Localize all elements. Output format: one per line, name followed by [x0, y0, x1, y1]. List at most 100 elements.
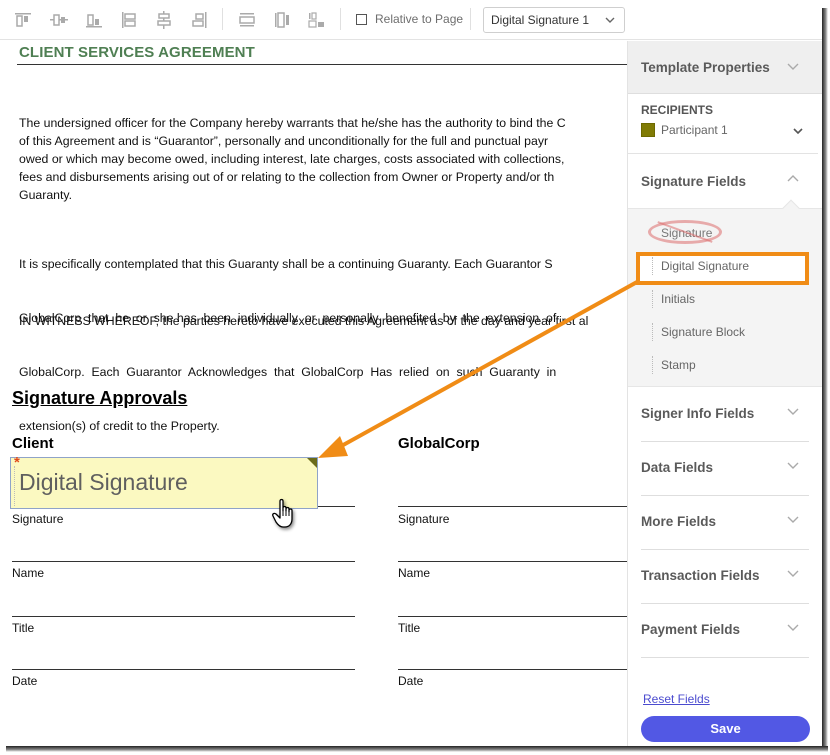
group-more-fields[interactable]: More Fields: [628, 496, 822, 550]
align-bottom-icon[interactable]: [85, 11, 103, 29]
template-properties-header[interactable]: Template Properties: [628, 41, 822, 94]
text-line: The undersigned officer for the Company …: [19, 116, 566, 130]
match-size-icon[interactable]: [307, 11, 325, 29]
chevron-down-icon: [787, 462, 799, 469]
match-width-icon[interactable]: [238, 11, 256, 29]
paragraph-witness: IN WITNESS WHEREOF, the parties hereto h…: [19, 312, 627, 330]
recipient-color-swatch: [641, 123, 655, 137]
align-right-icon[interactable]: [190, 11, 208, 29]
field-item-signature-block[interactable]: Signature Block: [650, 320, 810, 346]
group-data-fields[interactable]: Data Fields: [628, 442, 822, 496]
group-label: Signer Info Fields: [641, 406, 755, 421]
save-button[interactable]: Save: [641, 716, 810, 742]
chevron-down-icon: [787, 516, 799, 523]
field-name-value: Digital Signature 1: [491, 13, 590, 27]
field-item-initials[interactable]: Initials: [650, 287, 810, 313]
party-client-heading: Client: [12, 435, 54, 452]
relative-to-page-checkbox[interactable]: [356, 14, 367, 25]
group-label: Data Fields: [641, 460, 714, 475]
chevron-down-icon[interactable]: [792, 125, 804, 137]
align-middle-icon[interactable]: [50, 11, 68, 29]
drag-handle[interactable]: [14, 466, 15, 506]
document-canvas: CLIENT SERVICES AGREEMENT The undersigne…: [0, 41, 627, 746]
toolbar-divider: [340, 8, 341, 30]
field-name-select[interactable]: Digital Signature 1: [483, 7, 625, 33]
text-line: GlobalCorp. Each Guarantor Acknowledges …: [19, 365, 557, 379]
field-item-label: Signature Block: [661, 325, 746, 339]
group-signer-info-fields[interactable]: Signer Info Fields: [628, 388, 822, 442]
globalcorp-name-label: Name: [398, 566, 431, 580]
group-label: Transaction Fields: [641, 568, 760, 583]
text-line: extension(s) of credit to the Property.: [19, 419, 220, 433]
hand-cursor-icon: [272, 498, 293, 528]
field-palette-sidebar: Template Properties RECIPIENTS Participa…: [627, 41, 822, 746]
recipient-color-corner: [307, 458, 317, 468]
globalcorp-title-label: Title: [398, 621, 421, 635]
app-window: Relative to Page Digital Signature 1 CLI…: [0, 0, 822, 746]
name-line: [398, 561, 627, 562]
toolbar-divider: [470, 8, 471, 30]
toolbar-divider: [222, 8, 223, 30]
divider: [641, 657, 809, 658]
signature-approvals-heading: Signature Approvals: [12, 388, 188, 408]
globalcorp-signature-label: Signature: [398, 512, 450, 526]
chevron-down-icon: [605, 17, 615, 23]
client-title-label: Title: [12, 621, 35, 635]
signature-fields-panel: Signature Digital Signature Initials Sig…: [628, 199, 822, 387]
name-line: [12, 561, 355, 562]
recipients-label: RECIPIENTS: [641, 103, 714, 117]
client-date-label: Date: [12, 674, 38, 688]
field-item-stamp[interactable]: Stamp: [650, 353, 810, 379]
party-globalcorp-heading: GlobalCorp: [398, 435, 480, 452]
chevron-up-icon: [787, 175, 799, 182]
text-line: Guaranty.: [19, 188, 73, 202]
text-line: fees and disbursements arising out of or…: [19, 170, 555, 184]
paragraph-guaranty: It is specifically contemplated that thi…: [19, 219, 627, 471]
date-line: [398, 669, 627, 670]
field-item-label: Stamp: [661, 358, 696, 372]
drag-grip-icon: [652, 257, 653, 275]
match-height-icon[interactable]: [273, 11, 291, 29]
text-line: owed or which may become owed, including…: [19, 152, 565, 166]
document-title: CLIENT SERVICES AGREEMENT: [19, 44, 255, 61]
group-label: Payment Fields: [641, 622, 741, 637]
chevron-down-icon: [787, 63, 799, 70]
recipient-name[interactable]: Participant 1: [661, 123, 728, 137]
title-rule: [17, 64, 627, 65]
chevron-down-icon: [787, 570, 799, 577]
date-line: [12, 669, 355, 670]
reset-fields-link[interactable]: Reset Fields: [643, 692, 710, 706]
group-transaction-fields[interactable]: Transaction Fields: [628, 550, 822, 604]
text-line: IN WITNESS WHEREOF, the parties hereto h…: [19, 314, 589, 328]
drag-grip-icon: [652, 290, 653, 308]
toolbar: Relative to Page Digital Signature 1: [0, 0, 822, 40]
signature-fields-header[interactable]: Signature Fields: [628, 154, 822, 208]
window-shadow: [822, 8, 828, 752]
drag-grip-icon: [652, 356, 653, 374]
field-item-label: Digital Signature: [661, 259, 750, 273]
align-left-icon[interactable]: [120, 11, 138, 29]
chevron-down-icon: [787, 408, 799, 415]
globalcorp-date-label: Date: [398, 674, 424, 688]
signature-line: [398, 506, 627, 507]
signature-fields-label: Signature Fields: [641, 174, 747, 189]
align-center-icon[interactable]: [155, 11, 173, 29]
text-line: of this Agreement and is “Guarantor”, pe…: [19, 134, 549, 148]
paragraph-authority: The undersigned officer for the Company …: [19, 114, 627, 204]
chevron-down-icon: [787, 624, 799, 631]
field-item-label: Initials: [661, 292, 696, 306]
group-payment-fields[interactable]: Payment Fields: [628, 604, 822, 658]
title-line: [398, 616, 627, 617]
relative-to-page-label: Relative to Page: [375, 12, 464, 26]
digital-signature-field-label: Digital Signature: [19, 469, 188, 495]
field-item-digital-signature[interactable]: Digital Signature: [650, 254, 810, 280]
drag-grip-icon: [652, 323, 653, 341]
window-shadow: [6, 746, 828, 752]
client-signature-label: Signature: [12, 512, 64, 526]
template-properties-label: Template Properties: [641, 60, 770, 75]
align-top-icon[interactable]: [14, 11, 32, 29]
title-line: [12, 616, 355, 617]
client-name-label: Name: [12, 566, 45, 580]
text-line: It is specifically contemplated that thi…: [19, 257, 553, 271]
group-label: More Fields: [641, 514, 717, 529]
